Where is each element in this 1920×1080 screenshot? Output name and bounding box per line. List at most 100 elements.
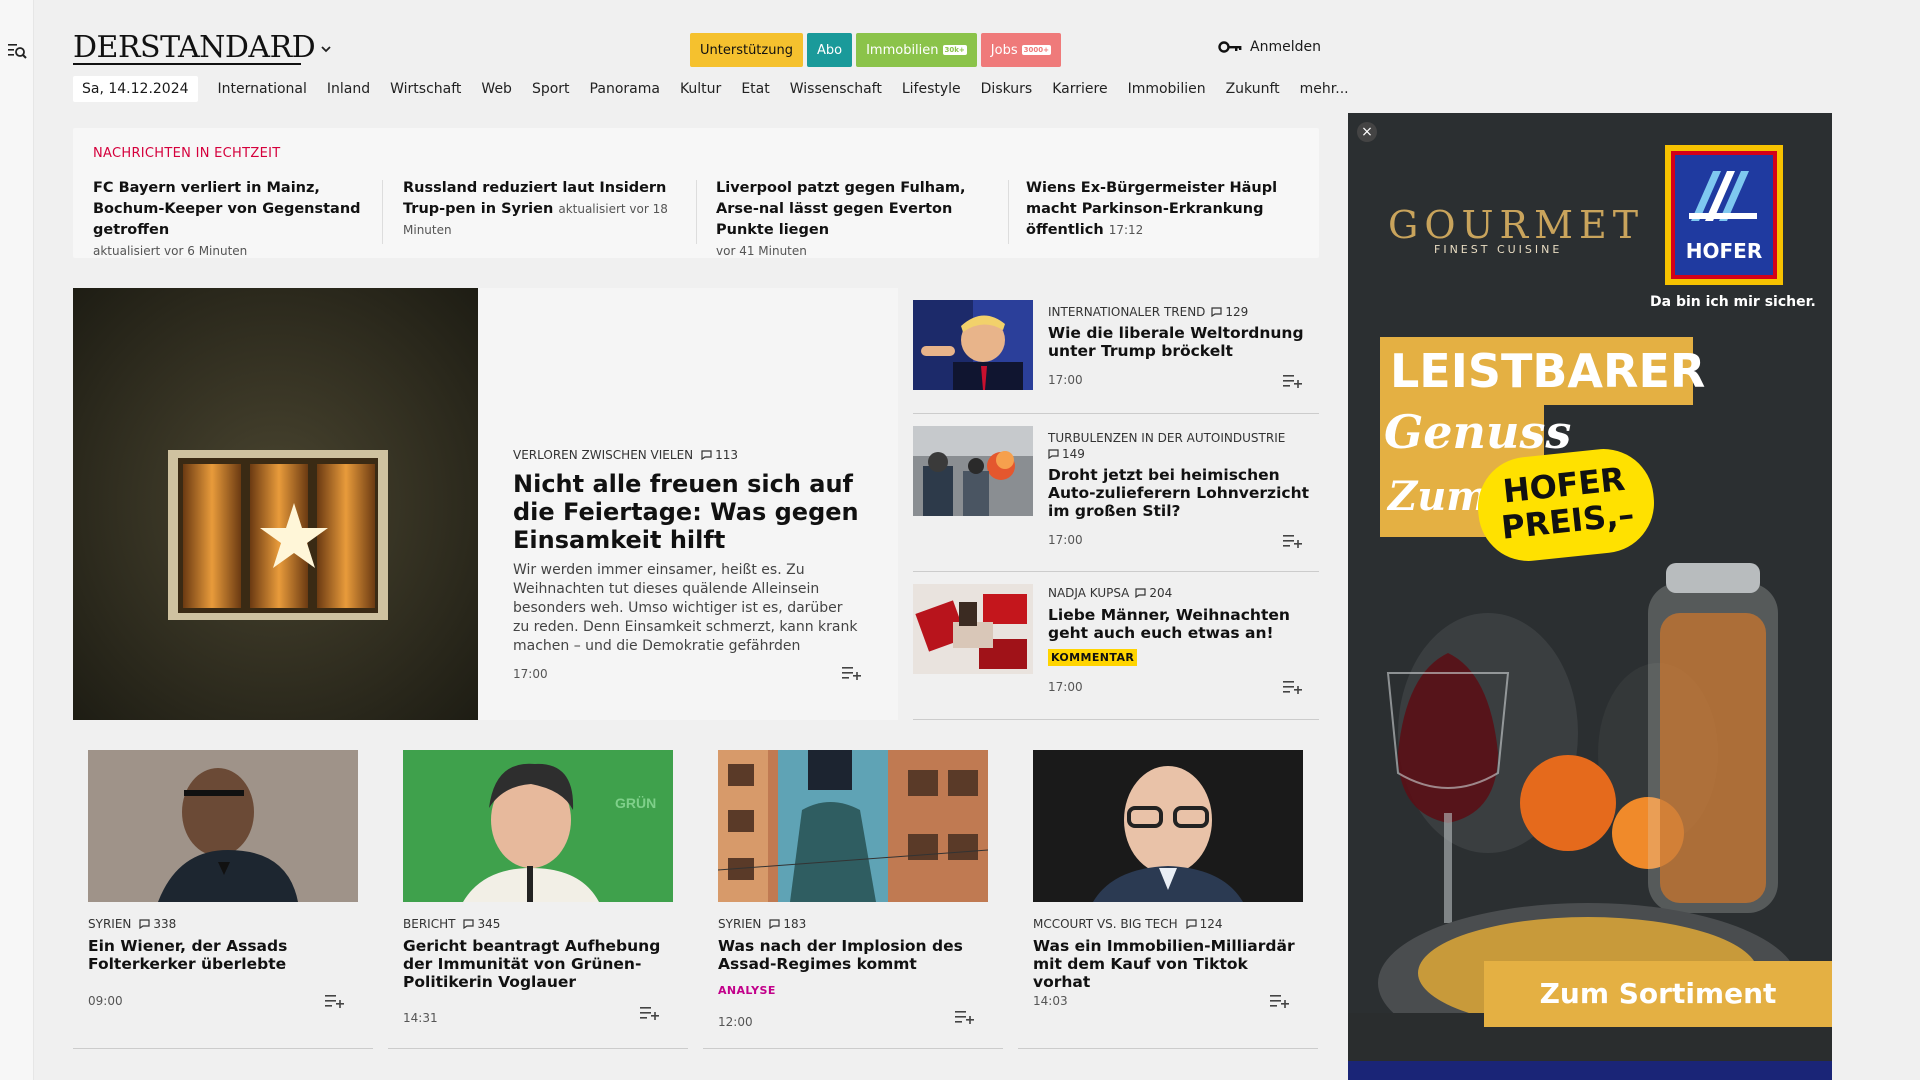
nav-item[interactable]: Web	[481, 81, 512, 97]
ticker-heading: NACHRICHTEN IN ECHTZEIT	[93, 146, 281, 161]
ticker-item[interactable]: FC Bayern verliert in Mainz, Bochum-Keep…	[93, 178, 371, 262]
nav-item[interactable]: International	[218, 81, 307, 97]
add-to-list-icon[interactable]	[1283, 374, 1303, 388]
nav-item[interactable]: Karriere	[1052, 81, 1107, 97]
nav-item[interactable]: Inland	[327, 81, 370, 97]
story-card[interactable]: SYRIEN 183 Was nach der Implosion des As…	[703, 738, 1003, 1049]
add-to-list-icon[interactable]	[842, 666, 862, 680]
story-headline[interactable]: Liebe Männer, Weihnachten geht auch euch…	[1048, 606, 1313, 642]
story-thumbnail[interactable]	[913, 300, 1033, 390]
comment-count[interactable]: 149	[1048, 447, 1085, 461]
building-mural-photo	[718, 750, 988, 902]
main-navigation: Sa, 14.12.2024 International Inland Wirtsc…	[73, 76, 1349, 102]
nav-item[interactable]: Wissenschaft	[790, 81, 882, 97]
story-image[interactable]	[1033, 750, 1303, 902]
add-to-list-icon[interactable]	[1283, 680, 1303, 694]
story-card[interactable]: SYRIEN 338 Ein Wiener, der Assads Folter…	[73, 738, 373, 1049]
menu-search-icon[interactable]	[8, 42, 28, 60]
ticker-item-title: FC Bayern verliert in Mainz, Bochum-Keep…	[93, 180, 361, 238]
story-kicker: TURBULENZEN IN DER AUTOINDUSTRIE	[1048, 431, 1285, 445]
add-to-list-icon[interactable]	[955, 1010, 975, 1024]
analyse-tag: ANALYSE	[718, 984, 776, 997]
header-button-unterstützung[interactable]: Unterstützung	[690, 33, 803, 67]
header-button-abo[interactable]: Abo	[806, 33, 853, 67]
ticker-item[interactable]: Wiens Ex-Bürgermeister Häupl macht Parki…	[1026, 178, 1304, 241]
kommentar-tag: KOMMENTAR	[1048, 649, 1138, 666]
ad-headline: LEISTBARER	[1380, 337, 1705, 405]
gourmet-subtitle: FINEST CUISINE	[1434, 243, 1563, 256]
story-image[interactable]	[718, 750, 988, 902]
publish-time: 17:00	[1048, 680, 1083, 694]
story-headline[interactable]: Droht jetzt bei heimischen Auto-zuliefer…	[1048, 466, 1313, 520]
chevron-down-icon[interactable]	[320, 44, 332, 54]
divider	[696, 180, 697, 244]
header-button-label: Immobilien	[866, 42, 939, 58]
story-kicker: SYRIEN 338	[88, 917, 176, 931]
story-image[interactable]	[88, 750, 358, 902]
story-card[interactable]: GRÜN BERICHT 345 Gericht beantragt Aufhe…	[388, 738, 688, 1049]
comment-count[interactable]: 129	[1211, 305, 1248, 319]
publish-time: 12:00	[718, 1015, 753, 1029]
login-button[interactable]: Anmelden	[1218, 39, 1321, 55]
comment-count[interactable]: 345	[463, 917, 500, 931]
publish-time: 14:03	[1033, 994, 1068, 1008]
lead-story-image[interactable]	[73, 288, 478, 720]
add-to-list-icon[interactable]	[1283, 534, 1303, 548]
comment-icon	[1186, 919, 1197, 929]
lead-story[interactable]: VERLOREN ZWISCHEN VIELEN 113 Nicht alle …	[478, 288, 898, 720]
story-headline[interactable]: Ein Wiener, der Assads Folterkerker über…	[88, 937, 363, 973]
side-story[interactable]: TURBULENZEN IN DER AUTOINDUSTRIE 149 Dro…	[913, 414, 1319, 572]
kicker-text: INTERNATIONALER TREND	[1048, 305, 1206, 319]
nav-item[interactable]: Zukunft	[1226, 81, 1280, 97]
nav-item[interactable]: Etat	[741, 81, 769, 97]
add-to-list-icon[interactable]	[325, 994, 345, 1008]
story-card[interactable]: MCCOURT VS. BIG TECH 124 Was ein Immobil…	[1018, 738, 1318, 1049]
publish-time: 17:00	[1048, 373, 1083, 387]
nav-item[interactable]: Lifestyle	[902, 81, 961, 97]
protest-photo	[913, 426, 1033, 516]
nav-item[interactable]: mehr...	[1300, 81, 1349, 97]
ad-line-genuss: Genuss	[1384, 405, 1572, 459]
ticker-item[interactable]: Russland reduziert laut Insidern Trup-pe…	[403, 178, 681, 241]
ad-cta-button[interactable]: Zum Sortiment	[1484, 961, 1832, 1027]
ticker-item-title: Wiens Ex-Bürgermeister Häupl macht Parki…	[1026, 180, 1278, 238]
nav-item[interactable]: Sport	[532, 81, 570, 97]
ticker-item[interactable]: Liverpool patzt gegen Fulham, Arse-nal l…	[716, 178, 994, 262]
ad-slogan: Da bin ich mir sicher.	[1650, 294, 1816, 310]
story-headline[interactable]: Wie die liberale Weltordnung unter Trump…	[1048, 324, 1313, 360]
story-kicker: MCCOURT VS. BIG TECH 124	[1033, 917, 1223, 931]
header-button-label: Unterstützung	[700, 42, 793, 58]
nav-item[interactable]: Immobilien	[1128, 81, 1206, 97]
advertisement-banner[interactable]: GOURMET FINEST CUISINE HOFER Da bin ich …	[1348, 113, 1832, 1080]
lead-kicker: VERLOREN ZWISCHEN VIELEN 113	[513, 448, 738, 462]
logo-underline	[73, 63, 301, 65]
header-button-immobilien[interactable]: Immobilien 30k+	[856, 33, 977, 67]
story-headline[interactable]: Gericht beantragt Aufhebung der Immunitä…	[403, 937, 678, 991]
nav-item[interactable]: Diskurs	[981, 81, 1033, 97]
nav-item[interactable]: Panorama	[590, 81, 660, 97]
header-button-jobs[interactable]: Jobs 3000+	[980, 33, 1061, 67]
login-label: Anmelden	[1250, 39, 1321, 55]
story-headline[interactable]: Was ein Immobilien-Milliardär mit dem Ka…	[1033, 937, 1308, 991]
add-to-list-icon[interactable]	[640, 1006, 660, 1020]
comment-count[interactable]: 183	[769, 917, 806, 931]
story-thumbnail[interactable]	[913, 584, 1033, 674]
side-story[interactable]: INTERNATIONALER TREND 129 Wie die libera…	[913, 288, 1319, 414]
comment-icon	[769, 919, 780, 929]
story-image[interactable]: GRÜN	[403, 750, 673, 902]
story-thumbnail[interactable]	[913, 426, 1033, 516]
comment-count[interactable]: 113	[701, 448, 738, 462]
comment-count[interactable]: 204	[1135, 586, 1172, 600]
comment-count[interactable]: 338	[139, 917, 176, 931]
story-headline[interactable]: Was nach der Implosion des Assad-Regimes…	[718, 937, 993, 973]
nav-item[interactable]: Wirtschaft	[390, 81, 461, 97]
nav-item[interactable]: Kultur	[680, 81, 721, 97]
close-ad-button[interactable]: ×	[1357, 122, 1377, 142]
add-to-list-icon[interactable]	[1270, 994, 1290, 1008]
comment-count[interactable]: 124	[1186, 917, 1223, 931]
politician-photo: GRÜN	[403, 750, 673, 902]
side-story[interactable]: NADJA KUPSA 204 Liebe Männer, Weihnachte…	[913, 572, 1319, 720]
story-kicker: INTERNATIONALER TREND 129	[1048, 305, 1248, 319]
site-logo[interactable]: DERSTANDARD	[73, 30, 316, 65]
lead-headline[interactable]: Nicht alle freuen sich auf die Feiertage…	[513, 470, 863, 554]
